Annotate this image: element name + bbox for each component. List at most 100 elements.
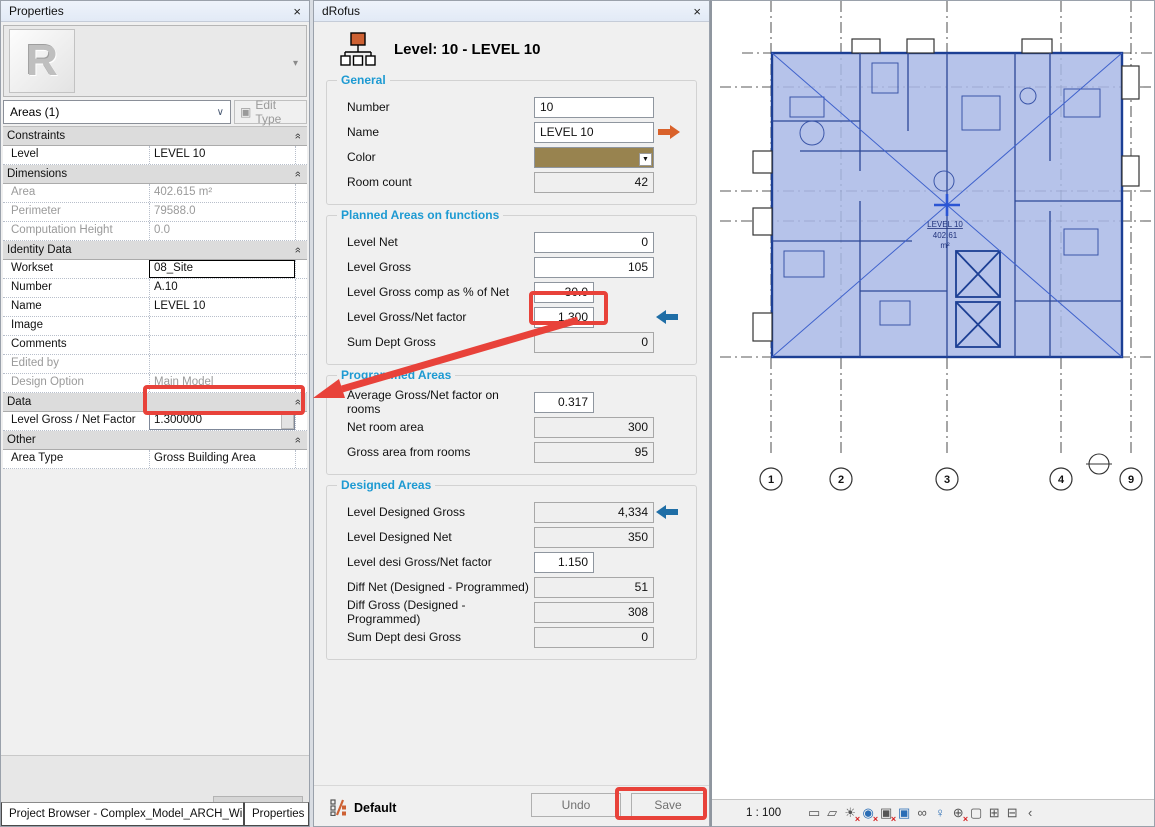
section-header[interactable]: Data » [3,393,307,412]
property-value[interactable]: 79588.0 [149,203,295,221]
temporary-view-properties-icon[interactable]: ▢ [967,804,985,822]
undo-button[interactable]: Undo [531,793,621,817]
section-header[interactable]: Identity Data» [3,241,307,260]
properties-panel: Properties × R ▾ Areas (1) ∨ ▣ Edit Type… [0,0,310,827]
property-row[interactable]: Edited by [3,355,307,374]
property-row[interactable]: Workset08_Site [3,260,307,279]
property-label: Area Type [3,450,149,468]
collapse-icon[interactable]: » [292,247,304,253]
input-field[interactable]: 1.150 [534,552,594,573]
visual-style-icon[interactable]: ▭ [805,804,823,822]
save-button[interactable]: Save [631,793,705,817]
model-display-icon[interactable]: ▱ [823,804,841,822]
show-crop-region-icon[interactable]: ▣ [895,804,913,822]
constraints-icon[interactable]: ⊟ [1003,804,1021,822]
reveal-hidden-elements-icon[interactable]: ♀ [931,804,949,822]
property-row[interactable]: Level Gross / Net Factor1.300000 [3,412,307,431]
property-row[interactable]: Comments [3,336,307,355]
analytical-model-icon[interactable]: ⊞ [985,804,1003,822]
property-value[interactable]: Gross Building Area [149,450,295,468]
svg-text:2: 2 [838,474,844,486]
crop-view-off-icon[interactable]: ▣× [877,804,895,822]
close-icon[interactable]: × [693,5,701,18]
collapse-icon[interactable]: » [292,399,304,405]
form-row: Level Gross105 [337,256,686,278]
temporary-hide-isolate-icon[interactable]: ∞ [913,804,931,822]
property-value[interactable]: 402.615 m² [149,184,295,202]
svg-text:4: 4 [1058,474,1065,486]
collapse-icon[interactable]: » [292,171,304,177]
section-header-label: Data [7,396,31,408]
grid-bubble-9: 9 [1120,468,1142,490]
property-value[interactable]: 08_Site [149,260,295,278]
input-field[interactable]: 105 [534,257,654,278]
form-row: Sum Dept desi Gross0 [337,626,686,648]
property-row[interactable]: Image [3,317,307,336]
property-value[interactable]: 1.300000 [149,412,295,430]
property-value[interactable]: A.10 [149,279,295,297]
arrow-left-icon[interactable] [656,505,680,519]
property-label: Design Option [3,374,149,392]
property-value[interactable] [149,355,295,373]
field-label: Level desi Gross/Net factor [337,555,534,569]
input-field[interactable]: 0 [534,232,654,253]
expand-bar-icon[interactable]: ‹ [1021,804,1039,822]
selected-area-boundary[interactable] [753,39,1139,357]
property-row[interactable]: NameLEVEL 10 [3,298,307,317]
arrow-right-icon[interactable] [656,125,680,139]
arrow-left-icon[interactable] [656,310,680,324]
readonly-field: 300 [534,417,654,438]
svg-text:9: 9 [1128,474,1134,486]
browse-button[interactable] [281,413,294,429]
property-value[interactable] [149,336,295,354]
collapse-icon[interactable]: » [292,437,304,443]
chevron-down-icon[interactable]: ▼ [639,153,652,166]
property-value[interactable]: LEVEL 10 [149,298,295,316]
worksharing-display-off-icon[interactable]: ⊕× [949,804,967,822]
chevron-down-icon[interactable]: ▾ [293,58,298,69]
section-header[interactable]: Dimensions» [3,165,307,184]
input-field[interactable]: 0.317 [534,392,594,413]
field-label: Room count [337,175,534,189]
readonly-field: 51 [534,577,654,598]
field-label: Average Gross/Net factor on rooms [337,388,534,416]
property-row[interactable]: Area TypeGross Building Area [3,450,307,469]
property-row[interactable]: LevelLEVEL 10 [3,146,307,165]
input-field[interactable]: LEVEL 10 [534,122,654,143]
input-field[interactable]: 10 [534,97,654,118]
floor-plan-canvas[interactable]: LEVEL 10 402.61 m² 12349 [712,1,1155,799]
grid-bubble-4: 4 [1050,468,1072,490]
type-selector-dropdown[interactable]: Areas (1) ∨ [3,100,231,124]
collapse-icon[interactable]: » [292,133,304,139]
property-value[interactable] [149,317,295,335]
property-row[interactable]: Computation Height0.0 [3,222,307,241]
tab-properties[interactable]: Properties [244,802,309,826]
input-field[interactable]: 30.0 [534,282,594,303]
section-header[interactable]: Other» [3,431,307,450]
tab-project-browser[interactable]: Project Browser - Complex_Model_ARCH_Wi.… [1,802,244,826]
property-value[interactable]: Main Model [149,374,295,392]
input-field[interactable]: 1.300 [534,307,594,328]
property-value[interactable]: 0.0 [149,222,295,240]
form-row: Level Gross/Net factor1.300 [337,306,686,328]
row-spacer [295,298,307,316]
close-icon[interactable]: × [293,5,301,18]
form-row: Level Net0 [337,231,686,253]
form-row: Net room area300 [337,416,686,438]
view-scale[interactable]: 1 : 100 [746,807,781,819]
sun-path-off-icon[interactable]: ☀× [841,804,859,822]
property-row[interactable]: Area402.615 m² [3,184,307,203]
form-group: Planned Areas on functionsLevel Net0Leve… [326,215,697,365]
property-row[interactable]: Design OptionMain Model [3,374,307,393]
field-label: Number [337,100,534,114]
property-row[interactable]: Perimeter79588.0 [3,203,307,222]
property-row[interactable]: NumberA.10 [3,279,307,298]
shadows-off-icon[interactable]: ◉× [859,804,877,822]
bottom-tabs: Project Browser - Complex_Model_ARCH_Wi.… [1,802,309,826]
revit-family-thumbnail: R [9,29,75,93]
section-header[interactable]: Constraints» [3,127,307,146]
default-template-button[interactable]: Default [330,799,396,816]
property-value[interactable]: LEVEL 10 [149,146,295,164]
edit-type-button[interactable]: ▣ Edit Type [234,100,307,124]
color-swatch[interactable]: ▼ [534,147,654,168]
